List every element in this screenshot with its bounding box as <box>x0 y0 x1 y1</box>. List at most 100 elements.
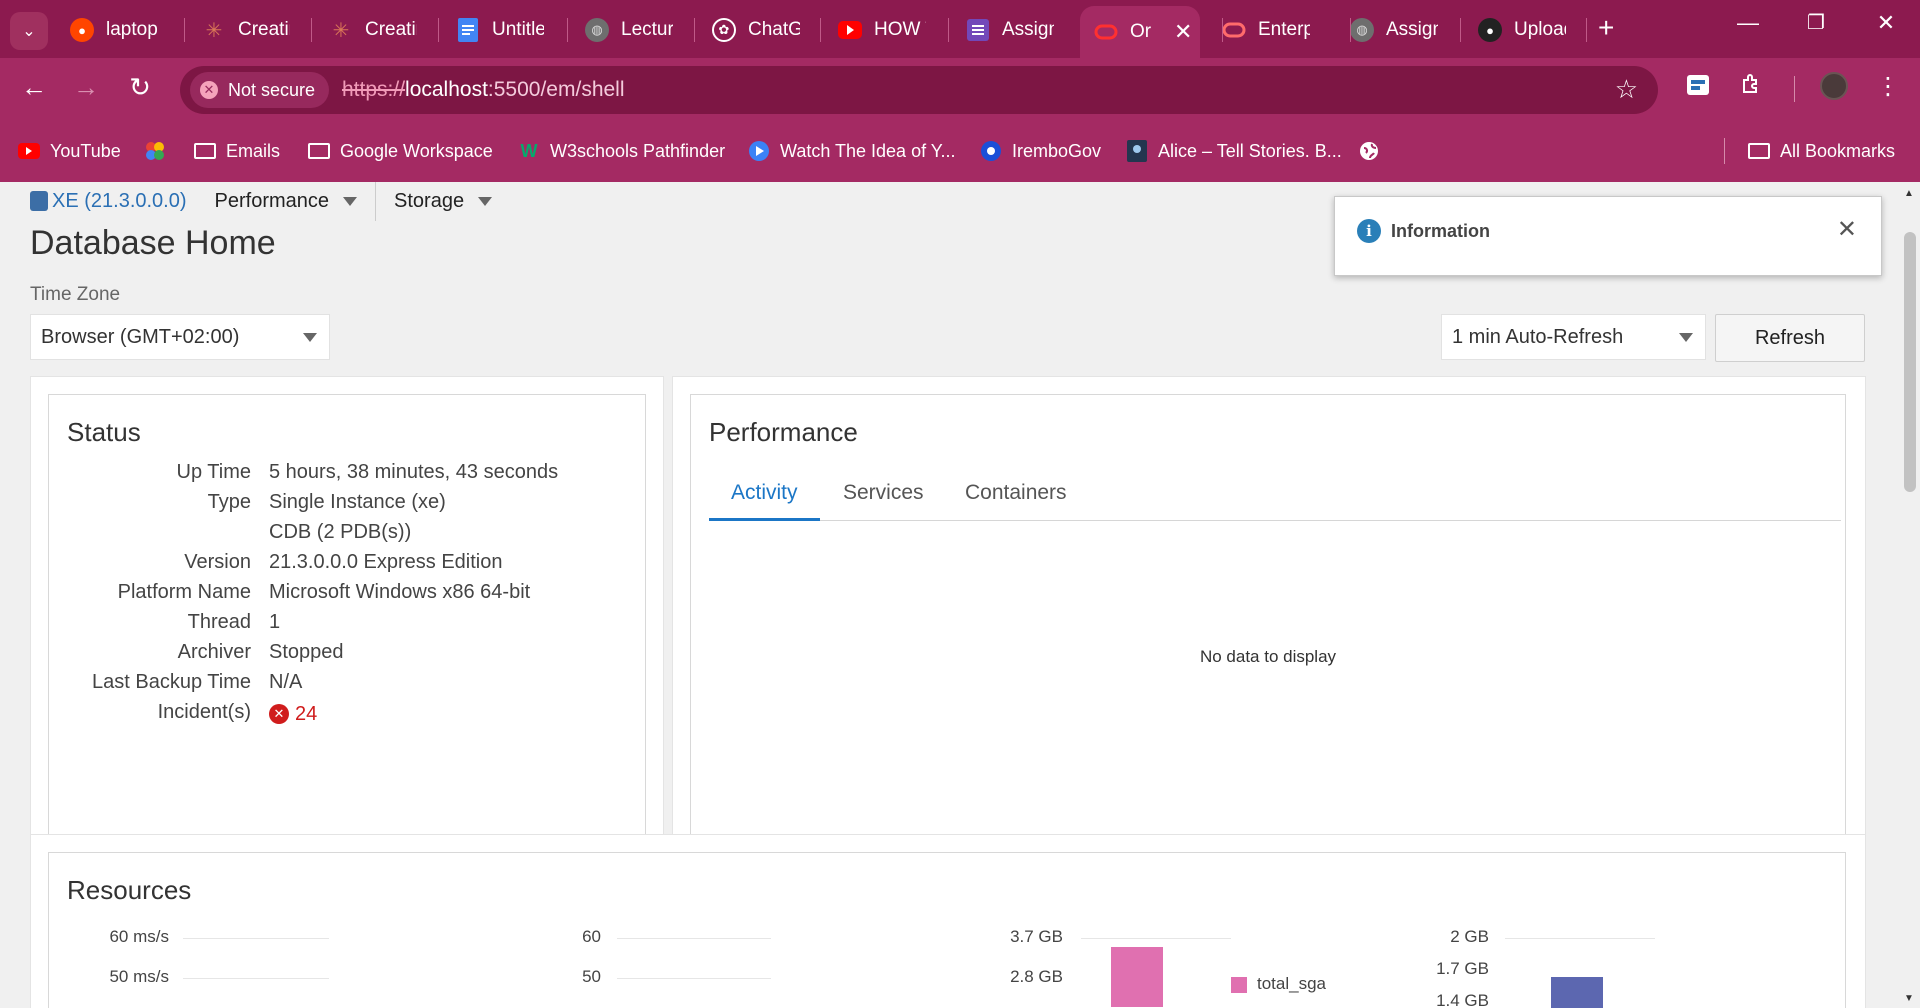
memory-bar <box>1551 977 1603 1008</box>
forms-icon <box>966 18 990 42</box>
youtube-icon <box>838 18 862 42</box>
oracle-icon <box>1094 20 1118 44</box>
tab-separator <box>948 18 949 42</box>
window-close-icon[interactable]: ✕ <box>1866 10 1906 36</box>
status-value: CDB (2 PDB(s)) <box>269 521 412 543</box>
axis-tick: 2.8 GB <box>1010 967 1063 986</box>
tab-containers[interactable]: Containers <box>943 479 1089 521</box>
status-key: Version <box>184 551 251 573</box>
page-scrollbar[interactable]: ▲ ▼ <box>1900 182 1920 1008</box>
status-value: Microsoft Windows x86 64-bit <box>269 581 531 603</box>
tab-close-icon[interactable]: ✕ <box>1174 19 1192 45</box>
tab-title: Creatin <box>238 19 290 40</box>
bookmark-item[interactable]: Alice – Tell Stories. B... <box>1126 136 1342 166</box>
close-icon[interactable]: ✕ <box>1837 215 1857 244</box>
scroll-up-icon[interactable]: ▲ <box>1904 188 1914 199</box>
globe-icon: ◍ <box>585 18 609 42</box>
restore-icon[interactable]: ❐ <box>1796 10 1836 35</box>
bookmark-item[interactable] <box>144 136 176 166</box>
status-value: 1 <box>269 611 281 633</box>
status-key: Last Backup Time <box>92 671 251 693</box>
browser-tab[interactable]: Or ✕ <box>1080 6 1200 58</box>
time-zone-select[interactable]: Browser (GMT+02:00) <box>30 314 330 360</box>
refresh-button[interactable]: Refresh <box>1715 314 1865 362</box>
browser-menu-icon[interactable]: ⋮ <box>1870 72 1906 101</box>
tab-title: Assignm <box>1002 19 1054 40</box>
status-row: Platform Name Microsoft Windows x86 64-bi… <box>49 581 649 611</box>
oracle-icon <box>1222 18 1246 42</box>
error-icon: ✕ <box>269 704 289 724</box>
alice-icon <box>1126 140 1148 162</box>
browser-tab[interactable]: HOW T <box>838 10 926 50</box>
grid-line <box>617 938 771 939</box>
forward-icon[interactable]: → <box>68 72 104 103</box>
tab-title: Upload <box>1514 19 1566 40</box>
reload-icon[interactable]: ↻ <box>122 72 158 103</box>
status-row: Version 21.3.0.0.0 Express Edition <box>49 551 649 581</box>
bookmark-item[interactable]: Emails <box>194 136 280 166</box>
bookmark-item[interactable]: Watch The Idea of Y... <box>748 136 955 166</box>
tab-services[interactable]: Services <box>821 479 946 521</box>
toolbar-divider <box>1794 76 1795 102</box>
profile-avatar[interactable] <box>1816 72 1852 100</box>
back-icon[interactable]: ← <box>16 72 52 103</box>
photos-icon <box>144 141 166 161</box>
page-title: Database Home <box>30 224 276 262</box>
performance-tabs: Activity Services Containers <box>709 479 1841 521</box>
bookmarks-bar: YouTube Emails Google Workspace W W3schools … <box>0 120 1920 182</box>
database-icon <box>30 191 48 211</box>
claude-icon: ✳ <box>332 19 350 42</box>
address-bar[interactable]: ✕ Not secure https://localhost:5500/em/s… <box>180 66 1658 114</box>
bookmark-item[interactable] <box>1358 136 1390 166</box>
browser-tab[interactable]: Enterpr <box>1222 10 1310 50</box>
bookmark-item[interactable]: YouTube <box>18 136 121 166</box>
status-row: Last Backup Time N/A <box>49 671 649 701</box>
play-icon <box>748 141 770 161</box>
not-secure-chip[interactable]: ✕ Not secure <box>190 72 330 108</box>
bookmark-item[interactable]: W W3schools Pathfinder <box>518 136 726 166</box>
bookmark-label: Google Workspace <box>340 140 493 161</box>
axis-tick: 1.7 GB <box>1436 959 1489 978</box>
information-notification: i Information ✕ <box>1334 196 1882 276</box>
incidents-link[interactable]: ✕ 24 <box>269 703 317 726</box>
tab-activity[interactable]: Activity <box>709 479 820 521</box>
tab-separator <box>311 18 312 42</box>
scroll-down-icon[interactable]: ▼ <box>1904 993 1914 1004</box>
resources-title: Resources <box>67 875 192 905</box>
browser-tab[interactable]: ✳ Creatin <box>202 10 290 50</box>
axis-tick: 3.7 GB <box>1010 927 1063 946</box>
extension-app-icon[interactable] <box>1680 72 1716 105</box>
extensions-puzzle-icon[interactable] <box>1734 72 1770 103</box>
new-tab-button[interactable]: + <box>1598 12 1614 44</box>
status-key: Thread <box>187 611 251 633</box>
browser-tab[interactable]: ◍ Lecture <box>585 10 673 50</box>
all-bookmarks-button[interactable]: All Bookmarks <box>1748 136 1895 166</box>
storage-menu[interactable]: Storage <box>394 190 493 213</box>
minimize-icon[interactable]: — <box>1728 10 1768 36</box>
bookmark-label: Alice – Tell Stories. B... <box>1158 140 1342 161</box>
browser-tab[interactable]: ◍ Assignm <box>1350 10 1438 50</box>
browser-tab[interactable]: ✳ Creatin <box>329 10 417 50</box>
no-data-message: No data to display <box>1199 647 1337 666</box>
tab-separator <box>1222 18 1223 42</box>
browser-tab[interactable]: Assignm <box>966 10 1054 50</box>
scroll-thumb[interactable] <box>1904 232 1916 492</box>
browser-tab[interactable]: ✿ ChatGPT <box>712 10 800 50</box>
folder-icon <box>1748 141 1770 161</box>
browser-tab[interactable]: ● Upload <box>1478 10 1566 50</box>
status-value: Single Instance (xe) <box>269 491 446 513</box>
bookmark-item[interactable]: Google Workspace <box>308 136 493 166</box>
folder-icon <box>194 141 216 161</box>
bookmark-item[interactable]: IremboGov <box>980 136 1101 166</box>
status-value: 21.3.0.0.0 Express Edition <box>269 551 503 573</box>
tab-search-chevron-icon[interactable]: ⌄ <box>10 12 48 50</box>
browser-tab[interactable]: ● laptop <box>70 10 158 50</box>
bookmark-label: Watch The Idea of Y... <box>780 140 956 161</box>
auto-refresh-select[interactable]: 1 min Auto-Refresh <box>1441 314 1706 360</box>
bookmark-star-icon[interactable]: ☆ <box>1615 74 1638 105</box>
url-text[interactable]: https://localhost:5500/em/shell <box>342 78 625 102</box>
db-menu[interactable]: XE (21.3.0.0.0) <box>30 190 187 213</box>
grid-line <box>1081 938 1231 939</box>
browser-tab[interactable]: Untitled <box>456 10 544 50</box>
performance-menu[interactable]: Performance <box>215 190 358 213</box>
